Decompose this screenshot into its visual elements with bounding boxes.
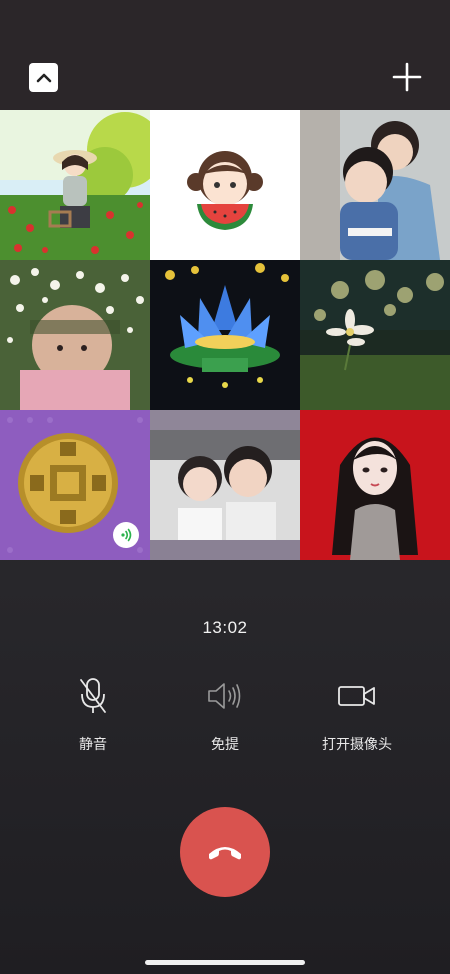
mute-control[interactable]: 静音 [18,676,168,754]
participant-avatar-9 [300,410,450,560]
participant-avatar-8 [150,410,300,560]
mute-label: 静音 [79,736,107,752]
participant-avatar-6 [300,260,450,410]
participant-tile-7[interactable] [0,410,150,560]
participant-grid [0,110,450,560]
voice-wave-icon [121,528,132,542]
participant-avatar-2 [150,110,300,260]
participant-tile-1[interactable] [0,110,150,260]
call-duration: 13:02 [202,618,248,637]
participant-tile-5[interactable] [150,260,300,410]
camera-control[interactable]: 打开摄像头 [282,676,432,754]
participant-avatar-4 [0,260,150,410]
phone-hangup-icon [209,847,241,860]
add-participant-button[interactable] [392,62,422,92]
speaker-icon [208,683,241,709]
speaker-control[interactable]: 免提 [150,676,300,754]
speaking-indicator [113,522,139,548]
video-camera-icon [338,686,375,706]
participant-tile-2[interactable] [150,110,300,260]
home-indicator[interactable] [145,960,305,965]
participant-tile-9[interactable] [300,410,450,560]
participant-tile-6[interactable] [300,260,450,410]
collapse-button[interactable] [29,63,58,92]
participant-tile-3[interactable] [300,110,450,260]
camera-label: 打开摄像头 [322,736,392,752]
participant-tile-4[interactable] [0,260,150,410]
participant-avatar-1 [0,110,150,260]
microphone-muted-icon [80,678,106,713]
participant-avatar-3 [300,110,450,260]
top-bar [0,0,450,110]
hang-up-button[interactable] [180,807,270,897]
chevron-up-icon [36,73,51,82]
participant-tile-8[interactable] [150,410,300,560]
plus-icon [392,62,422,92]
speaker-label: 免提 [211,736,239,752]
participant-avatar-5 [150,260,300,410]
